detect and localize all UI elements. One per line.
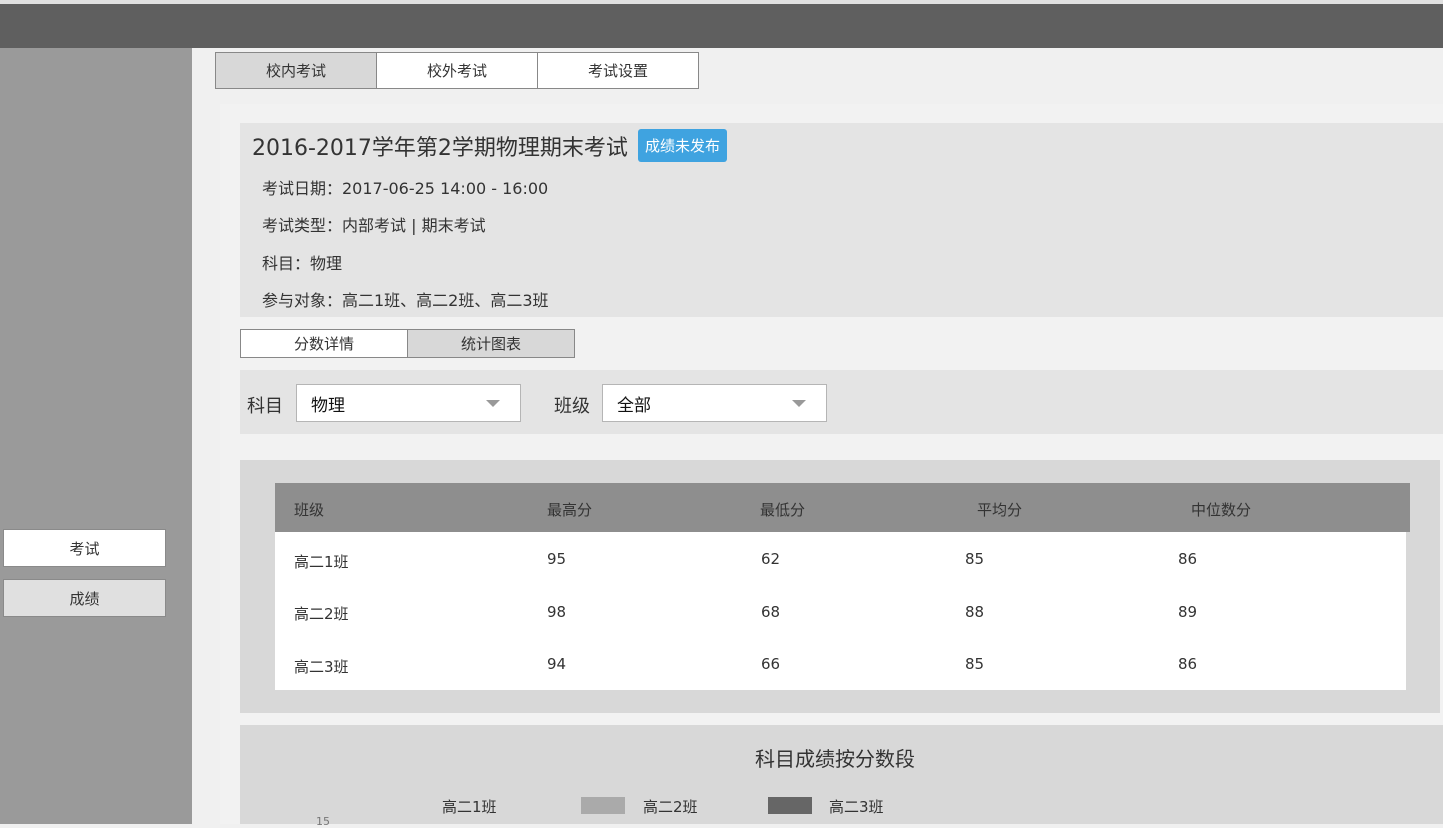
class-select[interactable]: 全部 <box>602 384 827 422</box>
sidebar-item-scores[interactable]: 成绩 <box>3 579 166 617</box>
exam-subject: 科目：物理 <box>262 254 343 273</box>
sidebar-item-exam[interactable]: 考试 <box>3 529 166 567</box>
column-header-max: 最高分 <box>547 501 593 519</box>
exam-title: 2016-2017学年第2学期物理期末考试 <box>252 136 628 161</box>
legend-label-class1: 高二1班 <box>442 798 497 816</box>
legend-swatch-class3 <box>768 797 812 814</box>
top-bar <box>0 0 1443 48</box>
column-header-min: 最低分 <box>760 501 806 519</box>
status-badge: 成绩未发布 <box>638 129 728 162</box>
table-cell: 95 <box>547 550 567 568</box>
table-row: 高二3班 94 66 85 86 <box>275 638 1406 690</box>
legend-swatch-class2 <box>581 797 625 814</box>
class-filter-label: 班级 <box>554 396 590 417</box>
legend-label-class3: 高二3班 <box>829 798 884 816</box>
table-cell: 62 <box>761 550 781 568</box>
table-cell: 94 <box>547 655 567 673</box>
legend-swatch-class1 <box>395 797 439 814</box>
exam-participants: 参与对象：高二1班、高二2班、高二3班 <box>262 291 549 310</box>
subject-select[interactable]: 物理 <box>296 384 521 422</box>
table-cell: 88 <box>965 603 985 621</box>
table-cell: 86 <box>1178 550 1198 568</box>
table-cell: 66 <box>761 655 781 673</box>
column-header-average: 平均分 <box>977 501 1023 519</box>
legend-label-class2: 高二2班 <box>643 798 698 816</box>
tab-exam-settings[interactable]: 考试设置 <box>537 52 699 89</box>
table-cell: 85 <box>965 550 985 568</box>
table-cell: 高二2班 <box>294 605 349 623</box>
table-cell: 89 <box>1178 603 1198 621</box>
subject-filter-label: 科目 <box>247 396 283 417</box>
tab-internal-exam[interactable]: 校内考试 <box>215 52 377 89</box>
chevron-down-icon <box>792 400 806 407</box>
tab-external-exam[interactable]: 校外考试 <box>376 52 538 89</box>
chevron-down-icon <box>486 400 500 407</box>
table-cell: 高二1班 <box>294 553 349 571</box>
table-cell: 85 <box>965 655 985 673</box>
sidebar <box>0 48 192 824</box>
y-axis-tick-label: 15 <box>316 815 330 828</box>
table-row: 高二1班 95 62 85 86 <box>275 532 1406 584</box>
table-cell: 98 <box>547 603 567 621</box>
exam-date: 考试日期：2017-06-25 14:00 - 16:00 <box>262 179 549 198</box>
column-header-median: 中位数分 <box>1191 501 1252 519</box>
exam-type: 考试类型：内部考试 | 期末考试 <box>262 216 486 235</box>
class-select-value: 全部 <box>617 395 651 416</box>
chart-title: 科目成绩按分数段 <box>755 747 915 771</box>
table-cell: 68 <box>761 603 781 621</box>
subject-select-value: 物理 <box>311 395 345 416</box>
column-header-class: 班级 <box>294 501 325 519</box>
tab-statistics-chart[interactable]: 统计图表 <box>407 329 575 358</box>
table-cell: 86 <box>1178 655 1198 673</box>
table-cell: 高二3班 <box>294 658 349 676</box>
table-row: 高二2班 98 68 88 89 <box>275 585 1406 637</box>
tab-score-details[interactable]: 分数详情 <box>240 329 408 358</box>
